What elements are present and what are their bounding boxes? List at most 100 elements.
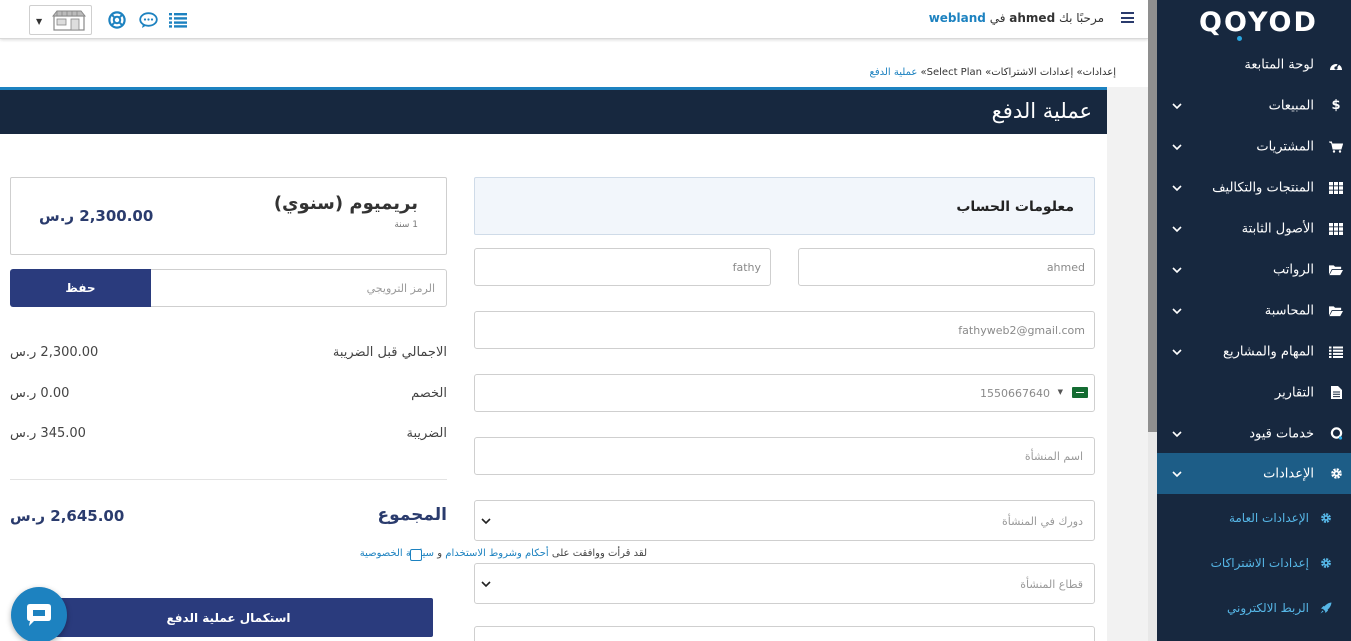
company-name-placeholder: اسم المنشأة [1024,450,1083,463]
tax-row: الضريبة 345.00 ر.س [10,426,447,444]
saudi-flag-icon[interactable] [1072,387,1088,398]
grid-icon [1329,181,1343,195]
subtotal-row: الاجمالي قبل الضريبة 2,300.00 ر.س [10,345,447,363]
sidebar-item-label: الرواتب [1272,262,1314,277]
complete-payment-button[interactable]: استكمال عملية الدفع [24,598,433,637]
sidebar-item-accounting[interactable]: المحاسبة [1157,290,1351,331]
sidebar-item-fixed-assets[interactable]: الأصول الثابتة [1157,208,1351,249]
email-field[interactable]: fathyweb2@gmail.com [474,311,1095,349]
welcome-org[interactable]: webland [929,11,986,25]
sidebar-item-purchases[interactable]: المشتريات [1157,126,1351,167]
sidebar-item-payroll[interactable]: الرواتب [1157,249,1351,290]
phone-field[interactable]: ▼ 1550667640 [474,374,1095,412]
qoyod-logo[interactable]: QOYOD [1199,7,1318,41]
chat-icon[interactable] [138,10,158,30]
chevron-down-icon[interactable]: ▼ [1058,388,1063,396]
cart-icon [1329,140,1343,154]
promo-code-input[interactable]: الرمز الترويجي [151,269,447,307]
sidebar-item-dashboard[interactable]: لوحة المتابعة [1157,44,1351,85]
gear-icon [1320,557,1332,569]
sidebar-subitem-integrations[interactable]: الربط الالكتروني [1157,587,1351,629]
terms-and: و [437,548,443,559]
account-info-title: معلومات الحساب [956,199,1074,215]
sidebar-item-tasks-projects[interactable]: المهام والمشاريع [1157,331,1351,372]
breadcrumb-item[interactable]: إعدادات [1083,67,1116,78]
file-icon [1329,386,1343,400]
sidebar-item-qoyod-services[interactable]: خدمات قيود [1157,413,1351,454]
sidebar-subitem-subscription-settings[interactable]: إعدادات الاشتراكات [1157,542,1351,584]
welcome-text: مرحبًا بك ahmed في webland [929,11,1104,25]
sidebar-item-sales[interactable]: $ المبيعات [1157,85,1351,126]
grid-icon [1329,222,1343,236]
folder-icon [1329,263,1343,277]
discount-value: 0.00 ر.س [10,386,70,401]
chevron-down-icon [1172,102,1182,109]
sidebar: QOYOD لوحة المتابعة $ المبيعات المشتريات… [1157,0,1351,641]
privacy-link[interactable]: سياسة الخصوصية [360,548,434,559]
account-info-header: معلومات الحساب [474,177,1095,235]
last-name-field[interactable]: fathy [474,248,771,286]
subtotal-label: الاجمالي قبل الضريبة [332,345,447,360]
chevron-down-icon [1172,307,1182,314]
subtotal-value: 2,300.00 ر.س [10,345,99,360]
chevron-down-icon [481,581,491,588]
phone-value: 1550667640 [980,387,1050,400]
sidebar-item-label: المنتجات والتكاليف [1212,180,1314,195]
chevron-down-icon [1172,184,1182,191]
role-select[interactable]: دورك في المنشأة [474,500,1095,541]
sidebar-item-label: المهام والمشاريع [1223,344,1314,359]
gear-icon [1329,467,1343,481]
last-name-value: fathy [732,261,761,274]
branch-select[interactable]: ▼ [29,5,92,35]
chevron-down-icon [1172,430,1182,437]
chevron-down-icon: ▼ [36,17,43,26]
total-label: المجموع [377,505,447,525]
chevron-down-icon [1172,225,1182,232]
store-icon [51,10,87,35]
sidebar-item-products[interactable]: المنتجات والتكاليف [1157,167,1351,208]
sidebar-item-settings[interactable]: الإعدادات [1157,453,1351,494]
chevron-down-icon [1172,143,1182,150]
promo-code-placeholder: الرمز الترويجي [366,282,435,295]
top-bar: مرحبًا بك ahmed في webland ▼ [0,0,1148,39]
next-field[interactable] [474,626,1095,641]
sidebar-subitem-label: إعدادات الاشتراكات [1210,556,1309,570]
live-chat-button[interactable] [11,587,67,641]
sidebar-item-label: المحاسبة [1264,303,1314,318]
logo-dot [1237,36,1242,41]
breadcrumb-item[interactable]: إعدادات الاشتراكات [991,67,1073,78]
menu-icon[interactable] [1121,12,1134,23]
page-title-band: عملية الدفع [0,87,1107,134]
terms-text: لقد قرأت ووافقت على أحكام وشروط الاستخدا… [360,548,647,559]
first-name-field[interactable]: ahmed [798,248,1095,286]
apply-promo-button[interactable]: حفظ [10,269,151,307]
sidebar-subitem-general-settings[interactable]: الإعدادات العامة [1157,497,1351,539]
breadcrumb: إعدادات» إعدادات الاشتراكات» Select Plan… [870,67,1116,78]
sector-select[interactable]: قطاع المنشأة [474,563,1095,604]
page-scrollbar-thumb[interactable] [1148,0,1157,432]
chevron-down-icon [1172,266,1182,273]
total-value: 2,645.00 ر.س [10,507,125,525]
discount-row: الخصم 0.00 ر.س [10,386,447,404]
role-placeholder: دورك في المنشأة [1001,515,1083,528]
terms-prefix: لقد قرأت ووافقت على [551,548,647,559]
list-icon [1329,345,1343,359]
chevron-down-icon [1172,470,1182,477]
welcome-user: ahmed [1009,11,1056,25]
support-icon[interactable] [107,10,127,30]
dashboard-icon [1329,58,1343,72]
sidebar-item-label: المبيعات [1268,98,1314,113]
sidebar-item-reports[interactable]: التقارير [1157,372,1351,413]
total-row: المجموع 2,645.00 ر.س [10,505,447,529]
sidebar-item-label: الإعدادات [1263,466,1314,481]
welcome-prefix: مرحبًا بك [1058,11,1104,25]
terms-checkbox[interactable] [410,549,422,561]
terms-link[interactable]: أحكام وشروط الاستخدام [445,548,548,559]
plan-price: 2,300.00 ر.س [39,207,154,225]
company-name-field[interactable]: اسم المنشأة [474,437,1095,475]
sidebar-subitem-label: الربط الالكتروني [1227,601,1309,615]
breadcrumb-item[interactable]: Select Plan [927,67,982,78]
tax-label: الضريبة [406,426,447,441]
tax-value: 345.00 ر.س [10,426,86,441]
list-icon[interactable] [168,10,188,30]
